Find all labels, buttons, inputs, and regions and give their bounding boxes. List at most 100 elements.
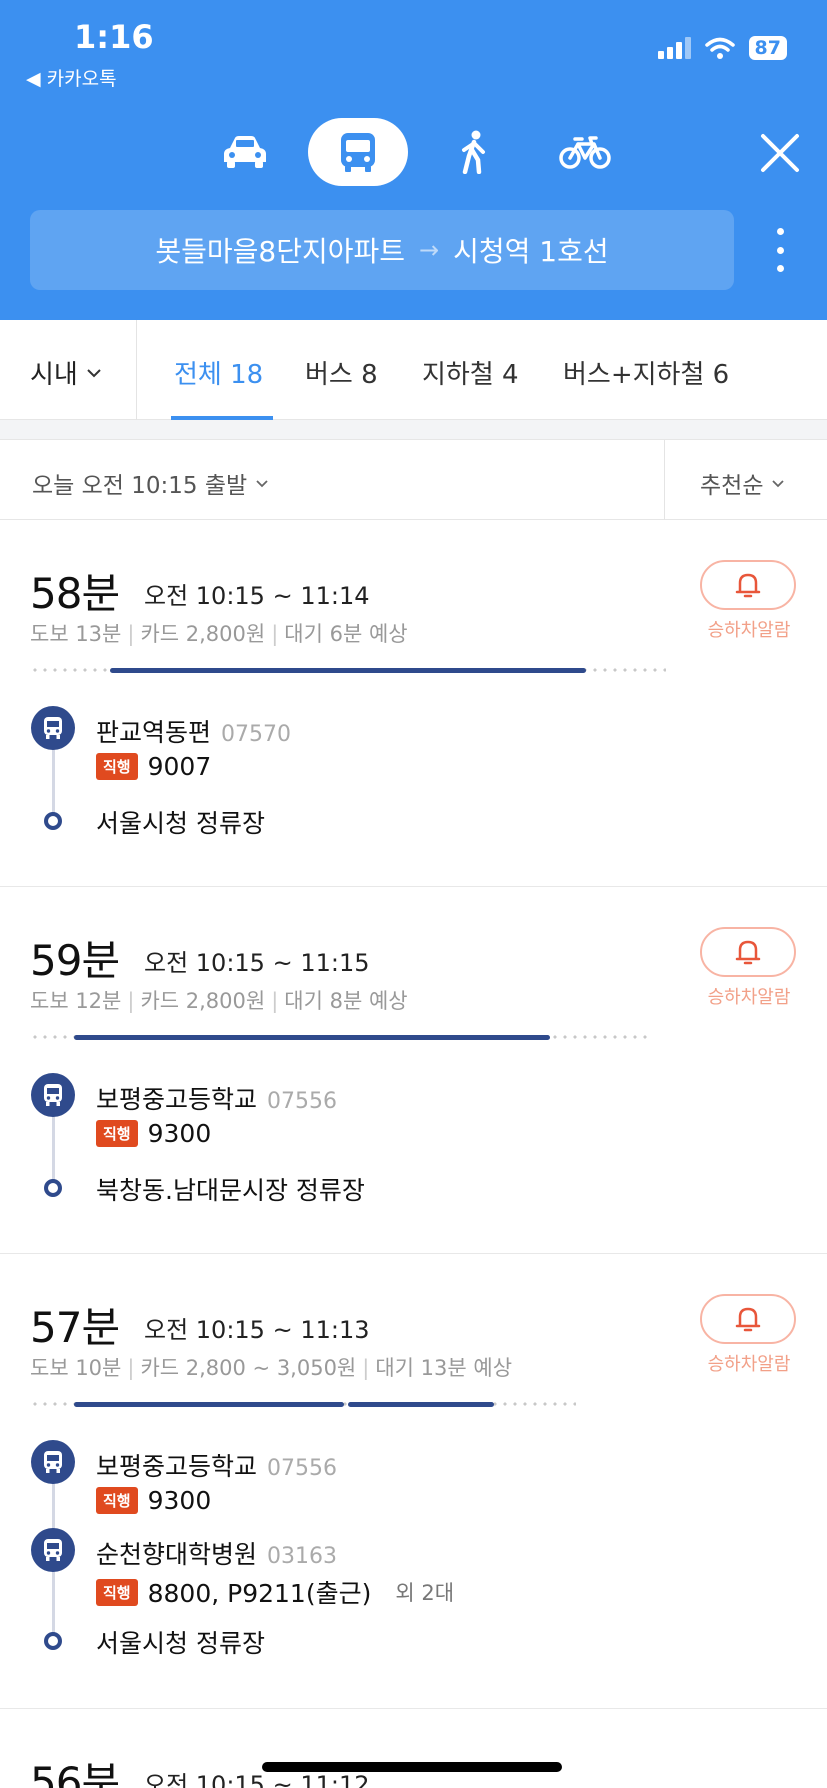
alarm-button[interactable]	[700, 927, 796, 977]
bus-segment	[74, 1402, 344, 1407]
wait-time: 대기 8분 예상	[284, 989, 408, 1013]
walk-mode-button[interactable]	[438, 118, 508, 186]
route-time-range: 오전 10:15 ~ 11:15	[144, 949, 370, 977]
tab-all[interactable]: 전체 18	[174, 354, 263, 391]
alighting-stop: 서울시청 정류장	[96, 809, 265, 838]
home-indicator[interactable]	[262, 1762, 562, 1772]
boarding-stop[interactable]: 판교역동편 07570	[96, 713, 291, 749]
section-gap	[0, 420, 827, 440]
route-meta: 도보 13분 | 카드 2,800원 | 대기 6분 예상	[30, 622, 408, 646]
sort-label: 추천순	[700, 473, 764, 499]
bus-mode-button[interactable]	[308, 118, 408, 186]
bus-icon	[341, 133, 375, 172]
region-label: 시내	[30, 360, 78, 390]
route-card[interactable]: 59분 오전 10:15 ~ 11:15 도보 12분 | 카드 2,800원 | 대기…	[0, 887, 827, 1254]
alighting-stop: 서울시청 정류장	[96, 1629, 265, 1658]
route-duration: 58분	[30, 569, 120, 618]
boarding-stop[interactable]: 보평중고등학교 07556	[96, 1080, 337, 1116]
bus-segment	[348, 1402, 494, 1407]
alarm-button[interactable]	[700, 1294, 796, 1344]
alarm-label: 승하차알람	[707, 987, 791, 1008]
bus-line-row: 직행 9300	[96, 1486, 211, 1515]
bus-stop-icon	[31, 706, 75, 750]
route-card[interactable]: 57분 오전 10:15 ~ 11:13 도보 10분 | 카드 2,800 ~ 3…	[0, 1254, 827, 1709]
alarm-label: 승하차알람	[707, 1354, 791, 1375]
sort-dropdown[interactable]: 추천순	[700, 466, 785, 500]
stop-code: 07570	[221, 722, 292, 747]
status-time: 1:16	[74, 18, 154, 56]
more-buses-label: 외 2대	[395, 1581, 455, 1605]
walk-time: 도보 13분	[30, 622, 122, 646]
chevron-down-icon	[256, 479, 268, 487]
alarm-button[interactable]	[700, 560, 796, 610]
express-badge: 직행	[96, 753, 138, 780]
boarding-stop[interactable]: 보평중고등학교 07556	[96, 1447, 337, 1483]
fare: 카드 2,800원	[140, 989, 266, 1013]
more-options-icon[interactable]	[770, 228, 790, 272]
bus-number: 9007	[147, 752, 212, 781]
tab-bus[interactable]: 버스 8	[305, 354, 378, 391]
route-card[interactable]: 58분 오전 10:15 ~ 11:14 도보 13분 | 카드 2,800원 | 대기…	[0, 520, 827, 887]
route-progress-bar	[30, 1035, 652, 1040]
divider	[136, 320, 137, 420]
bus-icon	[44, 717, 62, 739]
express-badge: 직행	[96, 1487, 138, 1514]
route-card[interactable]: 56분 오전 10:15 ~ 11:12	[0, 1709, 827, 1788]
bus-line-row: 직행 9300	[96, 1119, 211, 1148]
header: 1:16 ◀ 카카오톡 87 봇들마을8단지아파트 → 시청역 1호선	[0, 0, 827, 320]
origin-label: 봇들마을8단지아파트	[155, 235, 406, 268]
departure-time-label: 오늘 오전 10:15 출발	[32, 473, 248, 499]
tab-subway[interactable]: 지하철 4	[422, 354, 519, 391]
route-progress-bar	[30, 668, 666, 673]
bus-icon	[44, 1451, 62, 1473]
route-duration: 57분	[30, 1303, 120, 1352]
filter-row: 오늘 오전 10:15 출발 추천순	[0, 440, 827, 520]
alarm-label: 승하차알람	[707, 620, 791, 641]
bus-icon	[44, 1539, 62, 1561]
route-arrow: →	[419, 236, 440, 264]
transfer-stop-icon	[31, 1528, 75, 1572]
bicycle-icon	[559, 136, 611, 169]
departure-time-dropdown[interactable]: 오늘 오전 10:15 출발	[32, 466, 269, 500]
stop-code: 07556	[267, 1089, 338, 1114]
bus-stop-icon	[31, 1073, 75, 1117]
transport-mode-selector	[0, 118, 827, 188]
cellular-signal-icon	[657, 37, 691, 59]
bike-mode-button[interactable]	[550, 118, 620, 186]
transfer-stop[interactable]: 순천향대학병원 03163	[96, 1535, 337, 1571]
tab-bus-subway[interactable]: 버스+지하철 6	[563, 354, 729, 391]
route-summary-field[interactable]: 봇들마을8단지아파트 → 시청역 1호선	[30, 210, 734, 290]
destination-dot-icon	[44, 812, 62, 830]
chevron-down-icon	[772, 479, 785, 487]
car-mode-button[interactable]	[210, 118, 280, 186]
bus-segment	[110, 668, 586, 673]
bus-number: 9300	[147, 1119, 212, 1148]
walking-person-icon	[462, 130, 485, 174]
wifi-icon	[704, 37, 735, 59]
route-duration: 59분	[30, 936, 120, 985]
region-dropdown[interactable]: 시내	[30, 354, 102, 391]
walk-time: 도보 12분	[30, 989, 122, 1013]
alighting-stop: 북창동.남대문시장 정류장	[96, 1176, 365, 1205]
bus-stop-icon	[31, 1440, 75, 1484]
destination-dot-icon	[44, 1179, 62, 1197]
route-time-range: 오전 10:15 ~ 11:14	[144, 582, 370, 610]
stop-code: 07556	[267, 1456, 338, 1481]
back-to-app-link[interactable]: ◀ 카카오톡	[26, 64, 117, 91]
bus-line-row: 직행 9007	[96, 752, 211, 781]
bus-number: 9300	[147, 1486, 212, 1515]
divider	[664, 440, 665, 520]
express-badge: 직행	[96, 1120, 138, 1147]
wait-time: 대기 13분 예상	[375, 1356, 513, 1380]
fare: 카드 2,800 ~ 3,050원	[140, 1356, 357, 1380]
express-badge: 직행	[96, 1578, 138, 1606]
stop-code: 03163	[267, 1544, 338, 1569]
bus-line-row: 직행 8800, P9211(출근) 외 2대	[96, 1574, 454, 1610]
close-icon[interactable]	[755, 128, 805, 178]
route-progress-bar	[30, 1402, 576, 1407]
chevron-down-icon	[87, 368, 101, 377]
route-meta: 도보 10분 | 카드 2,800 ~ 3,050원 | 대기 13분 예상	[30, 1356, 513, 1380]
destination-label: 시청역 1호선	[453, 235, 609, 268]
route-type-tabs: 시내 전체 18 버스 8 지하철 4 버스+지하철 6	[0, 320, 827, 420]
status-icons: 87	[657, 36, 787, 60]
